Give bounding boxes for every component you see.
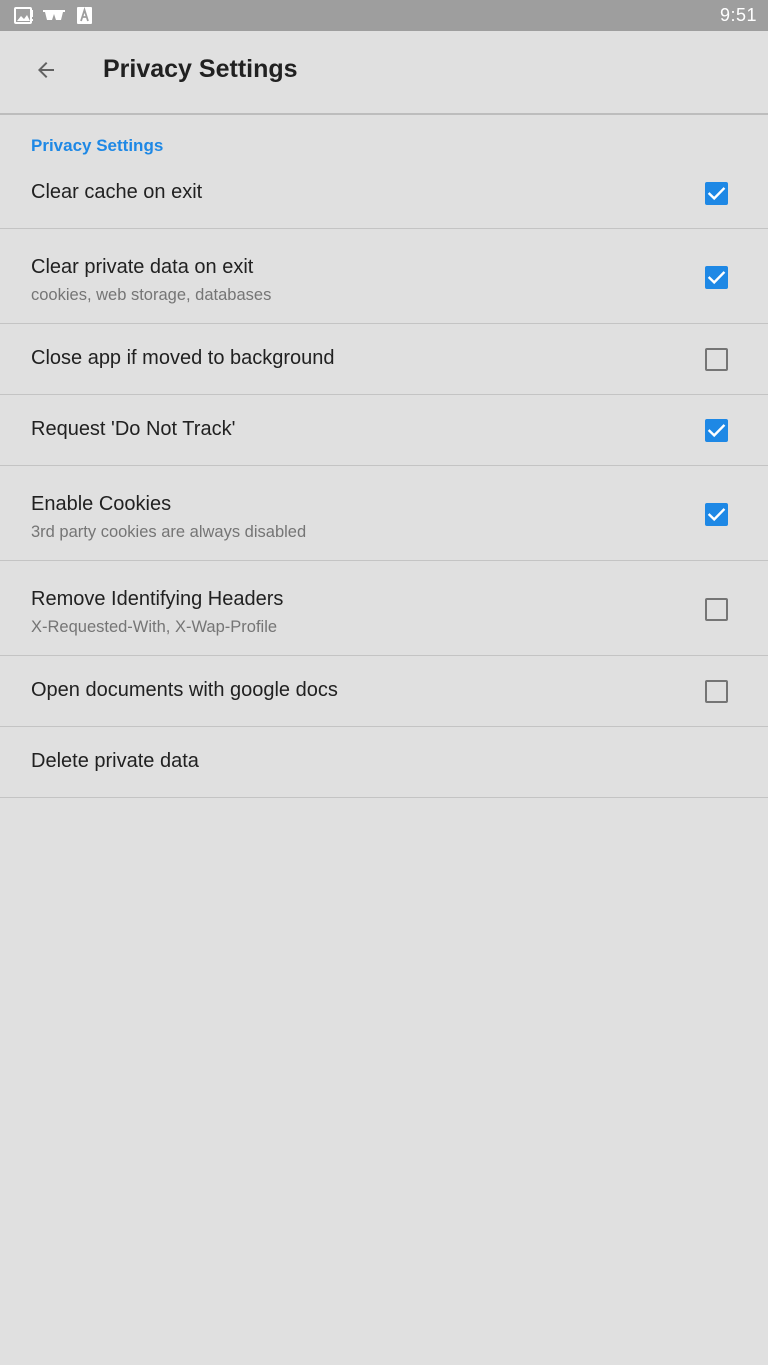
pref-title: Enable Cookies bbox=[31, 493, 172, 515]
checkmark-icon bbox=[707, 508, 726, 522]
arrow-back-icon bbox=[34, 58, 58, 87]
checkbox[interactable] bbox=[705, 598, 728, 621]
section-header-label: Privacy Settings bbox=[31, 136, 164, 155]
checkbox[interactable] bbox=[705, 503, 728, 526]
pref-title: Request 'Do Not Track' bbox=[31, 418, 236, 440]
pref-title: Delete private data bbox=[31, 750, 199, 772]
status-time: 9:51 bbox=[719, 5, 757, 25]
checkmark-icon bbox=[707, 187, 726, 201]
pref-title: Open documents with google docs bbox=[31, 679, 338, 701]
pref-summary: X-Requested-With, X-Wap-Profile bbox=[31, 618, 278, 636]
pref-title: Remove Identifying Headers bbox=[31, 588, 284, 610]
checkmark-icon bbox=[707, 271, 726, 285]
checkbox[interactable] bbox=[705, 419, 728, 442]
pref-close-app-background[interactable]: Close app if moved to background bbox=[0, 324, 768, 395]
glasses-notification-icon bbox=[43, 9, 65, 27]
pref-delete-private-data[interactable]: Delete private data bbox=[0, 727, 768, 798]
checkbox[interactable] bbox=[705, 182, 728, 205]
pref-enable-cookies[interactable]: Enable Cookies 3rd party cookies are alw… bbox=[0, 466, 768, 561]
section-header: Privacy Settings bbox=[0, 115, 768, 162]
checkbox[interactable] bbox=[705, 680, 728, 703]
checkbox[interactable] bbox=[705, 348, 728, 371]
a-notification-icon bbox=[77, 7, 92, 29]
checkmark-icon bbox=[707, 424, 726, 438]
pref-title: Close app if moved to background bbox=[31, 347, 335, 369]
settings-list: Privacy Settings Clear cache on exit Cle… bbox=[0, 115, 768, 798]
checkbox[interactable] bbox=[705, 266, 728, 289]
pref-open-with-google-docs[interactable]: Open documents with google docs bbox=[0, 656, 768, 727]
pref-do-not-track[interactable]: Request 'Do Not Track' bbox=[0, 395, 768, 466]
pref-title: Clear cache on exit bbox=[31, 181, 203, 203]
pref-clear-cache-on-exit[interactable]: Clear cache on exit bbox=[0, 162, 768, 229]
page-title: Privacy Settings bbox=[103, 55, 298, 83]
pref-title: Clear private data on exit bbox=[31, 256, 254, 278]
app-bar: Privacy Settings bbox=[0, 31, 768, 115]
back-button[interactable] bbox=[22, 48, 70, 96]
pref-summary: cookies, web storage, databases bbox=[31, 286, 272, 304]
pref-clear-private-data-on-exit[interactable]: Clear private data on exit cookies, web … bbox=[0, 229, 768, 324]
pref-summary: 3rd party cookies are always disabled bbox=[31, 523, 307, 541]
pref-remove-identifying-headers[interactable]: Remove Identifying Headers X-Requested-W… bbox=[0, 561, 768, 656]
image-notification-icon bbox=[14, 7, 34, 29]
status-bar: 9:51 bbox=[0, 0, 768, 31]
